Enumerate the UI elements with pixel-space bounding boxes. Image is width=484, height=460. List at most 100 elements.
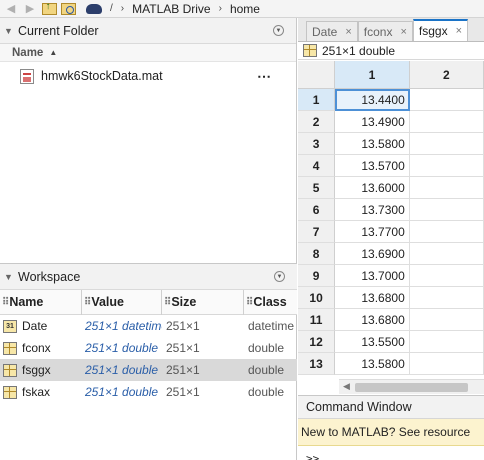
- grid-cell-empty[interactable]: [409, 243, 484, 265]
- workspace-row[interactable]: 31 Date 251×1 datetime 251×1 datetime: [0, 315, 297, 337]
- workspace-row[interactable]: fconx 251×1 double 251×1 double: [0, 337, 297, 359]
- grid-row-header[interactable]: 10: [298, 287, 336, 309]
- variable-value: 251×1 double: [85, 363, 159, 377]
- collapse-triangle-icon[interactable]: ▼: [4, 26, 16, 36]
- grid-row-header[interactable]: 6: [298, 199, 336, 221]
- grid-row: 9 13.7000: [298, 265, 484, 287]
- grid-cell[interactable]: 13.7700: [335, 221, 410, 243]
- grid-row: 4 13.5700: [298, 155, 484, 177]
- grid-cell-empty[interactable]: [409, 331, 484, 353]
- variable-name: fsggx: [22, 363, 51, 377]
- grid-row-header[interactable]: 12: [298, 331, 336, 353]
- ws-col-value[interactable]: ⠿ Value: [82, 289, 162, 315]
- forward-arrow-icon[interactable]: ▶: [22, 2, 38, 16]
- scroll-left-icon[interactable]: ◀: [343, 381, 350, 392]
- grid-cell-empty[interactable]: [409, 155, 484, 177]
- grid-row-header[interactable]: 11: [298, 309, 336, 331]
- grid-cell-empty[interactable]: [409, 353, 484, 375]
- close-icon[interactable]: ×: [456, 25, 462, 37]
- column-grip-icon[interactable]: ⠿: [84, 297, 91, 308]
- current-folder-column-header[interactable]: Name ▲: [0, 44, 296, 62]
- breadcrumb-separator: ›: [120, 3, 125, 14]
- workspace-title-bar[interactable]: ▼ Workspace ▼: [0, 264, 297, 290]
- grid-cell[interactable]: 13.5700: [335, 155, 410, 177]
- grid-cell[interactable]: 13.5800: [335, 353, 410, 375]
- file-actions-button[interactable]: ⋯: [257, 68, 272, 85]
- ws-col-size-label: Size: [171, 295, 197, 309]
- command-prompt[interactable]: >>: [306, 452, 319, 460]
- new-to-matlab-banner[interactable]: New to MATLAB? See resource: [298, 419, 484, 446]
- variables-editor: Date × fconx × fsggx × 251×1 double 1 2 1 13…: [298, 18, 484, 460]
- tab-fsggx[interactable]: fsggx ×: [412, 19, 469, 41]
- grid-cell[interactable]: 13.6800: [335, 287, 410, 309]
- grid-cell[interactable]: 13.7300: [335, 199, 410, 221]
- grid-cell-empty[interactable]: [409, 265, 484, 287]
- close-icon[interactable]: ×: [345, 26, 351, 38]
- workspace-row[interactable]: fskax 251×1 double 251×1 double: [0, 381, 297, 403]
- grid-cell[interactable]: 13.5500: [335, 331, 410, 353]
- grid-cell[interactable]: 13.6900: [335, 243, 410, 265]
- back-arrow-icon[interactable]: ◀: [3, 2, 19, 16]
- scrollbar-thumb[interactable]: [355, 383, 468, 392]
- breadcrumb-root[interactable]: /: [110, 3, 113, 14]
- current-folder-title: Current Folder: [18, 23, 99, 38]
- browse-folder-button[interactable]: [60, 2, 76, 16]
- grid-corner[interactable]: [298, 61, 336, 89]
- current-folder-title-bar[interactable]: ▼ Current Folder ▼: [0, 18, 296, 44]
- file-name[interactable]: hmwk6StockData.mat: [41, 69, 163, 83]
- grid-row-header[interactable]: 7: [298, 221, 336, 243]
- grid-cell-empty[interactable]: [409, 199, 484, 221]
- sort-ascending-icon[interactable]: ▲: [49, 48, 57, 57]
- breadcrumb-home[interactable]: home: [230, 2, 260, 16]
- grid-row-header[interactable]: 13: [298, 353, 336, 375]
- column-grip-icon[interactable]: ⠿: [2, 297, 9, 308]
- grid-row-header[interactable]: 5: [298, 177, 336, 199]
- grid-row-header[interactable]: 3: [298, 133, 336, 155]
- collapse-triangle-icon[interactable]: ▼: [4, 272, 16, 282]
- ws-col-class[interactable]: ⠿ Class: [244, 290, 297, 315]
- grid-cell[interactable]: 13.6800: [335, 309, 410, 331]
- grid-cell-empty[interactable]: [409, 287, 484, 309]
- grid-cell-empty[interactable]: [409, 221, 484, 243]
- grid-cell[interactable]: 13.4400: [335, 89, 410, 111]
- grid-cell-empty[interactable]: [409, 133, 484, 155]
- grid-body: 1 13.4400 2 13.4900 3 13.5800 4 13.5700 5 13.6000…: [298, 89, 484, 375]
- grid-cell-empty[interactable]: [409, 309, 484, 331]
- up-folder-button[interactable]: [41, 1, 57, 16]
- ws-col-value-label: Value: [91, 295, 124, 309]
- breadcrumb-matlab-drive[interactable]: MATLAB Drive: [132, 2, 210, 16]
- horizontal-scrollbar[interactable]: ◀: [339, 379, 484, 394]
- tab-fconx[interactable]: fconx ×: [357, 21, 413, 41]
- grid-row: 3 13.5800: [298, 133, 484, 155]
- grid-cell[interactable]: 13.5800: [335, 133, 410, 155]
- grid-column-header[interactable]: 1: [335, 61, 410, 89]
- grid-row-header[interactable]: 1: [298, 89, 336, 111]
- ws-col-size[interactable]: ⠿ Size: [162, 289, 244, 315]
- tab-date[interactable]: Date ×: [306, 21, 358, 41]
- grid-cell[interactable]: 13.4900: [335, 111, 410, 133]
- grid-row-header[interactable]: 8: [298, 243, 336, 265]
- panel-menu-icon[interactable]: ▼: [273, 25, 284, 36]
- grid-cell[interactable]: 13.6000: [335, 177, 410, 199]
- tab-label: Date: [312, 24, 338, 39]
- grid-row-header[interactable]: 9: [298, 265, 336, 287]
- variable-value: 251×1 double: [85, 341, 159, 355]
- grid-cell-empty[interactable]: [409, 89, 484, 111]
- address-bar: ◀ ▶ / › MATLAB Drive › home: [0, 0, 484, 18]
- file-list-item[interactable]: hmwk6StockData.mat ⋯: [0, 66, 296, 86]
- grid-column-header[interactable]: 2: [409, 61, 484, 89]
- column-grip-icon[interactable]: ⠿: [246, 297, 253, 308]
- close-icon[interactable]: ×: [400, 26, 406, 38]
- grid-row-header[interactable]: 2: [298, 111, 336, 133]
- grid-cell-empty[interactable]: [409, 111, 484, 133]
- ws-col-name[interactable]: ⠿ Name: [0, 289, 82, 315]
- panel-menu-icon[interactable]: ▼: [274, 271, 285, 282]
- workspace-row-selected[interactable]: fsggx 251×1 double 251×1 double: [0, 359, 297, 381]
- name-column-header[interactable]: Name: [12, 47, 43, 59]
- variable-name: fskax: [22, 385, 51, 399]
- grid-cell-empty[interactable]: [409, 177, 484, 199]
- column-grip-icon[interactable]: ⠿: [164, 297, 171, 308]
- grid-cell[interactable]: 13.7000: [335, 265, 410, 287]
- command-window-title[interactable]: Command Window: [298, 395, 484, 419]
- grid-row-header[interactable]: 4: [298, 155, 336, 177]
